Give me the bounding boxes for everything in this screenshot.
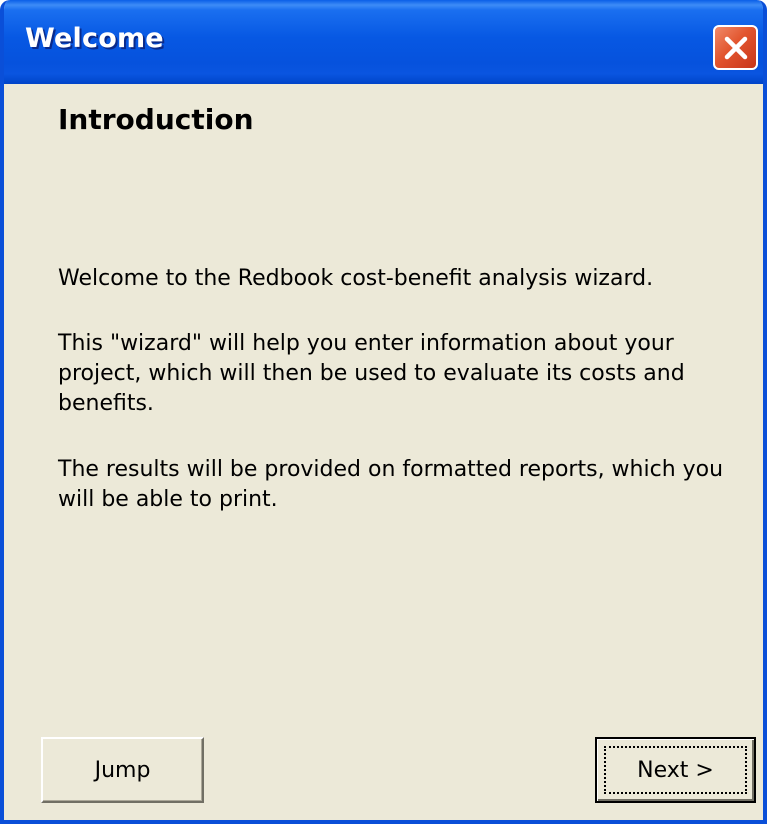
jump-button[interactable]: Jump bbox=[41, 737, 204, 803]
intro-paragraph-wizard: This "wizard" will help you enter inform… bbox=[58, 331, 685, 416]
page-heading: Introduction bbox=[58, 103, 254, 136]
close-x-icon bbox=[724, 36, 747, 59]
jump-button-label: Jump bbox=[94, 757, 151, 783]
intro-paragraph-welcome: Welcome to the Redbook cost-benefit anal… bbox=[58, 266, 654, 291]
next-button-label: Next > bbox=[637, 757, 714, 783]
next-button[interactable]: Next > bbox=[595, 737, 756, 803]
close-button[interactable] bbox=[713, 25, 758, 70]
intro-paragraph-results: The results will be provided on formatte… bbox=[58, 457, 724, 512]
title-bar[interactable]: Welcome bbox=[4, 0, 763, 84]
wizard-window: Welcome Introduction Welcome to the Redb… bbox=[0, 0, 767, 824]
window-title: Welcome bbox=[25, 23, 164, 54]
